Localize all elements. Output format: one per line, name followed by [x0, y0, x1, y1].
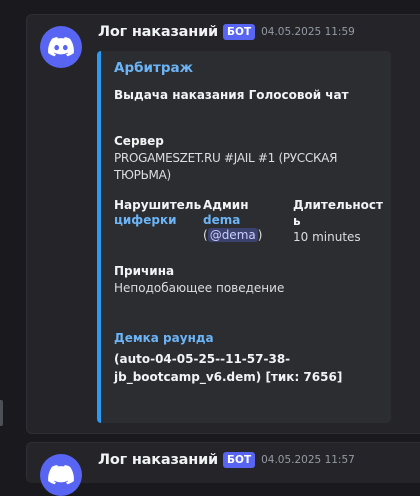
field-reason-name: Причина	[114, 264, 175, 278]
field-offender-name: Нарушитель	[114, 198, 202, 212]
field-server-value: PROGAMESZET.RU #JAIL #1 (РУССКАЯ ТЮРЬМА)	[114, 151, 338, 182]
message-header: Лог наказаний БОТ 04.05.2025 11:57	[98, 452, 355, 468]
username[interactable]: Лог наказаний	[98, 452, 218, 468]
field-demo-value: (auto-04-05-25--11-57-38- jb_bootcamp_v6…	[114, 350, 342, 386]
embed-description: Выдача наказания Голосовой чат	[114, 88, 349, 102]
message: Лог наказаний БОТ 04.05.2025 11:57	[26, 442, 420, 496]
embed: Арбитраж Выдача наказания Голосовой чат …	[97, 51, 391, 423]
field-admin-name: Админ	[203, 198, 249, 212]
demo-link[interactable]: Демка раунда	[114, 331, 214, 345]
username[interactable]: Лог наказаний	[98, 24, 218, 40]
field-demo-name[interactable]: Демка раунда	[114, 327, 214, 346]
field-server-name: Сервер	[114, 134, 164, 148]
message: Лог наказаний БОТ 04.05.2025 11:59 Арбит…	[26, 14, 420, 434]
offender-link[interactable]: циферки	[114, 213, 201, 227]
admin-link[interactable]: dema	[203, 213, 262, 227]
bot-badge: БОТ	[223, 452, 256, 468]
discord-logo-icon	[48, 37, 74, 57]
bot-badge: БОТ	[223, 24, 256, 40]
bot-avatar[interactable]	[40, 454, 82, 496]
field-duration: Длительность 10 minutes	[293, 197, 385, 246]
message-header: Лог наказаний БОТ 04.05.2025 11:59	[98, 24, 355, 40]
timestamp[interactable]: 04.05.2025 11:57	[261, 454, 355, 466]
embed-accent-bar	[97, 51, 101, 423]
field-duration-name: Длительность	[293, 198, 383, 228]
timestamp[interactable]: 04.05.2025 11:59	[261, 26, 355, 38]
field-offender: Нарушитель циферки	[114, 197, 201, 227]
demo-value-line-2: jb_bootcamp_v6.dem) [тик: 7656]	[114, 370, 343, 384]
field-admin: Админ dema (@dema)	[203, 198, 263, 242]
field-reason-value: Неподобающее поведение	[114, 281, 285, 295]
scrollbar-thumb[interactable]	[0, 400, 3, 426]
admin-mention[interactable]: @dema	[207, 228, 258, 242]
demo-value-line-1: (auto-04-05-25--11-57-38-	[114, 352, 291, 366]
discord-logo-icon	[48, 465, 74, 485]
field-duration-value: 10 minutes	[293, 230, 361, 244]
bot-avatar[interactable]	[40, 26, 82, 68]
embed-title: Арбитраж	[114, 60, 194, 76]
